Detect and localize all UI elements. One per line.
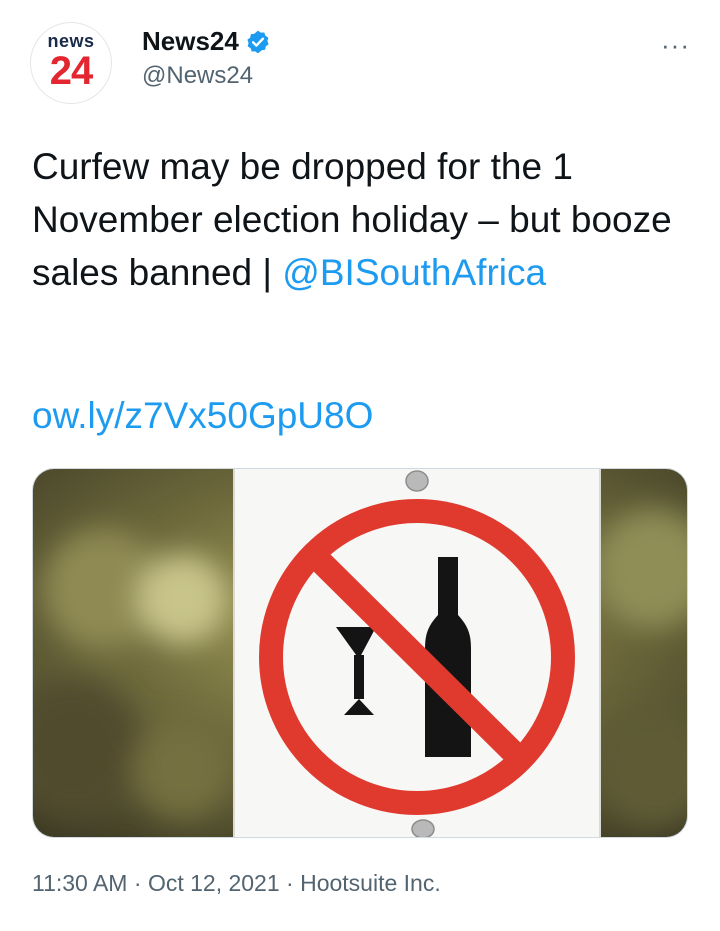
more-options-icon[interactable]: ··· [661, 30, 690, 61]
name-row: News24 [142, 26, 271, 57]
verified-badge-icon [247, 30, 269, 53]
tweet-source[interactable]: Hootsuite Inc. [300, 870, 441, 896]
account-handle[interactable]: @News24 [142, 62, 253, 90]
mention-link[interactable]: @BISouthAfrica [282, 252, 546, 293]
tweet-date[interactable]: Oct 12, 2021 [148, 870, 280, 896]
tweet-time[interactable]: 11:30 AM [32, 870, 127, 896]
avatar[interactable]: news 24 [30, 22, 112, 104]
tweet-url-link[interactable]: ow.ly/z7Vx50GpU8O [32, 395, 373, 437]
no-alcohol-sign-image [33, 469, 687, 837]
meta-separator: · [133, 870, 142, 896]
tweet-meta: 11:30 AM · Oct 12, 2021 · Hootsuite Inc. [32, 870, 441, 897]
avatar-logo-number: 24 [49, 49, 94, 93]
tweet-image[interactable] [32, 468, 688, 838]
meta-separator-2: · [286, 870, 294, 896]
tweet-text: Curfew may be dropped for the 1 November… [32, 140, 692, 299]
account-name[interactable]: News24 [142, 26, 239, 57]
